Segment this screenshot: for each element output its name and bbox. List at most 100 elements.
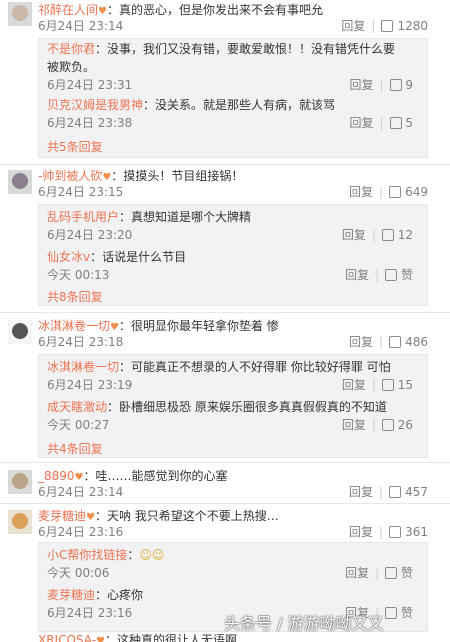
reply-button[interactable]: 回复: [349, 185, 373, 199]
like-icon[interactable]: [389, 336, 402, 348]
reply-box: 冰淇淋卷一切：可能真正不想录的人不好得罪 你比较好得罪 可怕 6月24日 23:…: [38, 354, 428, 458]
username[interactable]: 麦芽糖迪: [47, 588, 95, 602]
timestamp: 今天 00:13: [47, 268, 110, 282]
username[interactable]: XRICOSA-: [38, 633, 96, 642]
timestamp: 6月24日 23:20: [47, 228, 133, 242]
like-icon[interactable]: [389, 79, 402, 91]
like-count: 9: [405, 78, 413, 92]
reply-button[interactable]: 回复: [342, 228, 366, 242]
reply-text-continued: 被欺负。: [47, 60, 96, 74]
avatar[interactable]: [8, 510, 32, 534]
avatar[interactable]: [8, 2, 32, 26]
vip-badge-icon: ♥: [74, 472, 84, 483]
timestamp: 6月24日 23:14: [38, 19, 124, 33]
reply-button[interactable]: 回复: [349, 485, 373, 499]
like-icon[interactable]: [381, 419, 394, 431]
like-icon[interactable]: [389, 186, 402, 198]
timestamp: 6月24日 23:19: [47, 378, 133, 392]
comment-text: ：哇……能感觉到你的心塞: [83, 469, 228, 483]
like-count: 649: [405, 185, 428, 199]
reply-text: ：没关系。就是那些人有病，就该骂: [143, 98, 336, 112]
comment-text: ：真的恶心，但是你发出来不会有事吧允: [106, 3, 323, 17]
more-replies-link[interactable]: 共5条回复: [47, 139, 103, 155]
like-count: 486: [405, 335, 428, 349]
vip-badge-icon: ♥: [98, 6, 107, 17]
username[interactable]: 冰淇淋卷一切: [47, 360, 119, 374]
avatar[interactable]: [8, 470, 32, 494]
timestamp: 6月24日 23:38: [47, 116, 133, 130]
like-icon[interactable]: [381, 379, 394, 391]
like-count: 赞: [400, 606, 413, 620]
vip-badge-icon: ♥: [110, 322, 119, 333]
like-count: 15: [397, 378, 413, 392]
reply-button[interactable]: 回复: [341, 19, 365, 33]
watermark: 头条号 / 游游呦呦又又: [224, 614, 384, 633]
timestamp: 6月24日 23:15: [38, 185, 124, 199]
like-count: 26: [397, 418, 413, 432]
like-count: 5: [405, 116, 413, 130]
username[interactable]: 不是你君: [47, 42, 95, 56]
reply-button[interactable]: 回复: [349, 525, 373, 539]
username[interactable]: 冰淇淋卷一切: [38, 319, 110, 333]
username[interactable]: 贝克汉姆是我男神: [47, 98, 143, 112]
username[interactable]: 仙女冰v: [47, 250, 90, 264]
reply-box: 乱码手机用户：真想知道是哪个大牌精 6月24日 23:20 回复 | 12 仙女冰…: [38, 204, 428, 306]
divider: [0, 164, 450, 165]
like-icon[interactable]: [381, 20, 394, 32]
vip-badge-icon: ♥: [86, 512, 95, 523]
reply-button[interactable]: 回复: [345, 268, 369, 282]
like-count: 457: [405, 485, 428, 499]
like-icon[interactable]: [385, 269, 398, 281]
avatar[interactable]: [8, 170, 32, 194]
like-icon[interactable]: [389, 117, 402, 129]
reply-button[interactable]: 回复: [349, 78, 373, 92]
vip-badge-icon: ♥: [96, 636, 106, 642]
username[interactable]: _8890: [38, 469, 75, 483]
like-count: 1280: [397, 19, 428, 33]
username[interactable]: 成天瞎激动: [47, 400, 107, 414]
vip-badge-icon: ♥: [102, 172, 112, 183]
more-replies-link[interactable]: 共4条回复: [47, 441, 103, 457]
reply-button[interactable]: 回复: [349, 116, 373, 130]
reply-button[interactable]: 回复: [342, 418, 366, 432]
like-count: 赞: [400, 268, 413, 282]
timestamp: 6月24日 23:14: [38, 485, 124, 499]
comment-text: ：天呐 我只希望这个不要上热搜…: [94, 509, 279, 523]
divider: [0, 462, 450, 463]
like-icon[interactable]: [389, 486, 402, 498]
timestamp: 今天 00:06: [47, 566, 110, 580]
username[interactable]: -帅到被人砍: [38, 169, 102, 183]
reply-text: ：: [127, 548, 140, 562]
comment-text: ：这种真的很让人无语啊: [105, 633, 238, 642]
like-count: 赞: [400, 566, 413, 580]
comment-text: ：摸摸头！节目组接锅！: [111, 169, 244, 183]
reply-button[interactable]: 回复: [349, 335, 373, 349]
like-count: 361: [405, 525, 428, 539]
timestamp: 6月24日 23:16: [47, 606, 133, 620]
comment-text: ：很明显你最年轻拿你垫着 惨: [118, 319, 279, 333]
reply-text: ：话说是什么节目: [90, 250, 187, 264]
timestamp: 6月24日 23:16: [38, 525, 124, 539]
more-replies-link[interactable]: 共8条回复: [47, 289, 103, 305]
emoji-icon: ☺☺: [139, 548, 165, 562]
reply-box: 不是你君：没事，我们又没有错，要敢爱敢恨！！没有错凭什么要 被欺负。 6月24日…: [38, 38, 428, 158]
like-icon[interactable]: [389, 526, 402, 538]
timestamp: 6月24日 23:18: [38, 335, 124, 349]
reply-button[interactable]: 回复: [342, 378, 366, 392]
username[interactable]: 乱码手机用户: [47, 210, 119, 224]
username[interactable]: 小C帮你找链接: [47, 548, 127, 562]
username[interactable]: 麦芽糖迪: [38, 509, 86, 523]
like-icon[interactable]: [381, 229, 394, 241]
avatar[interactable]: [8, 320, 32, 344]
divider: [0, 312, 450, 313]
divider: [0, 503, 450, 504]
reply-text: ：卧槽细思极恐 原来娱乐圈很多真真假假真的不知道: [107, 400, 387, 414]
reply-button[interactable]: 回复: [345, 566, 369, 580]
like-count: 12: [397, 228, 413, 242]
reply-text: ：真想知道是哪个大牌精: [119, 210, 252, 224]
like-icon[interactable]: [385, 567, 398, 579]
timestamp: 今天 00:27: [47, 418, 110, 432]
reply-text: ：没事，我们又没有错，要敢爱敢恨！！没有错凭什么要: [95, 42, 396, 56]
like-icon[interactable]: [385, 607, 398, 619]
username[interactable]: 祁醉在人间: [38, 3, 98, 17]
